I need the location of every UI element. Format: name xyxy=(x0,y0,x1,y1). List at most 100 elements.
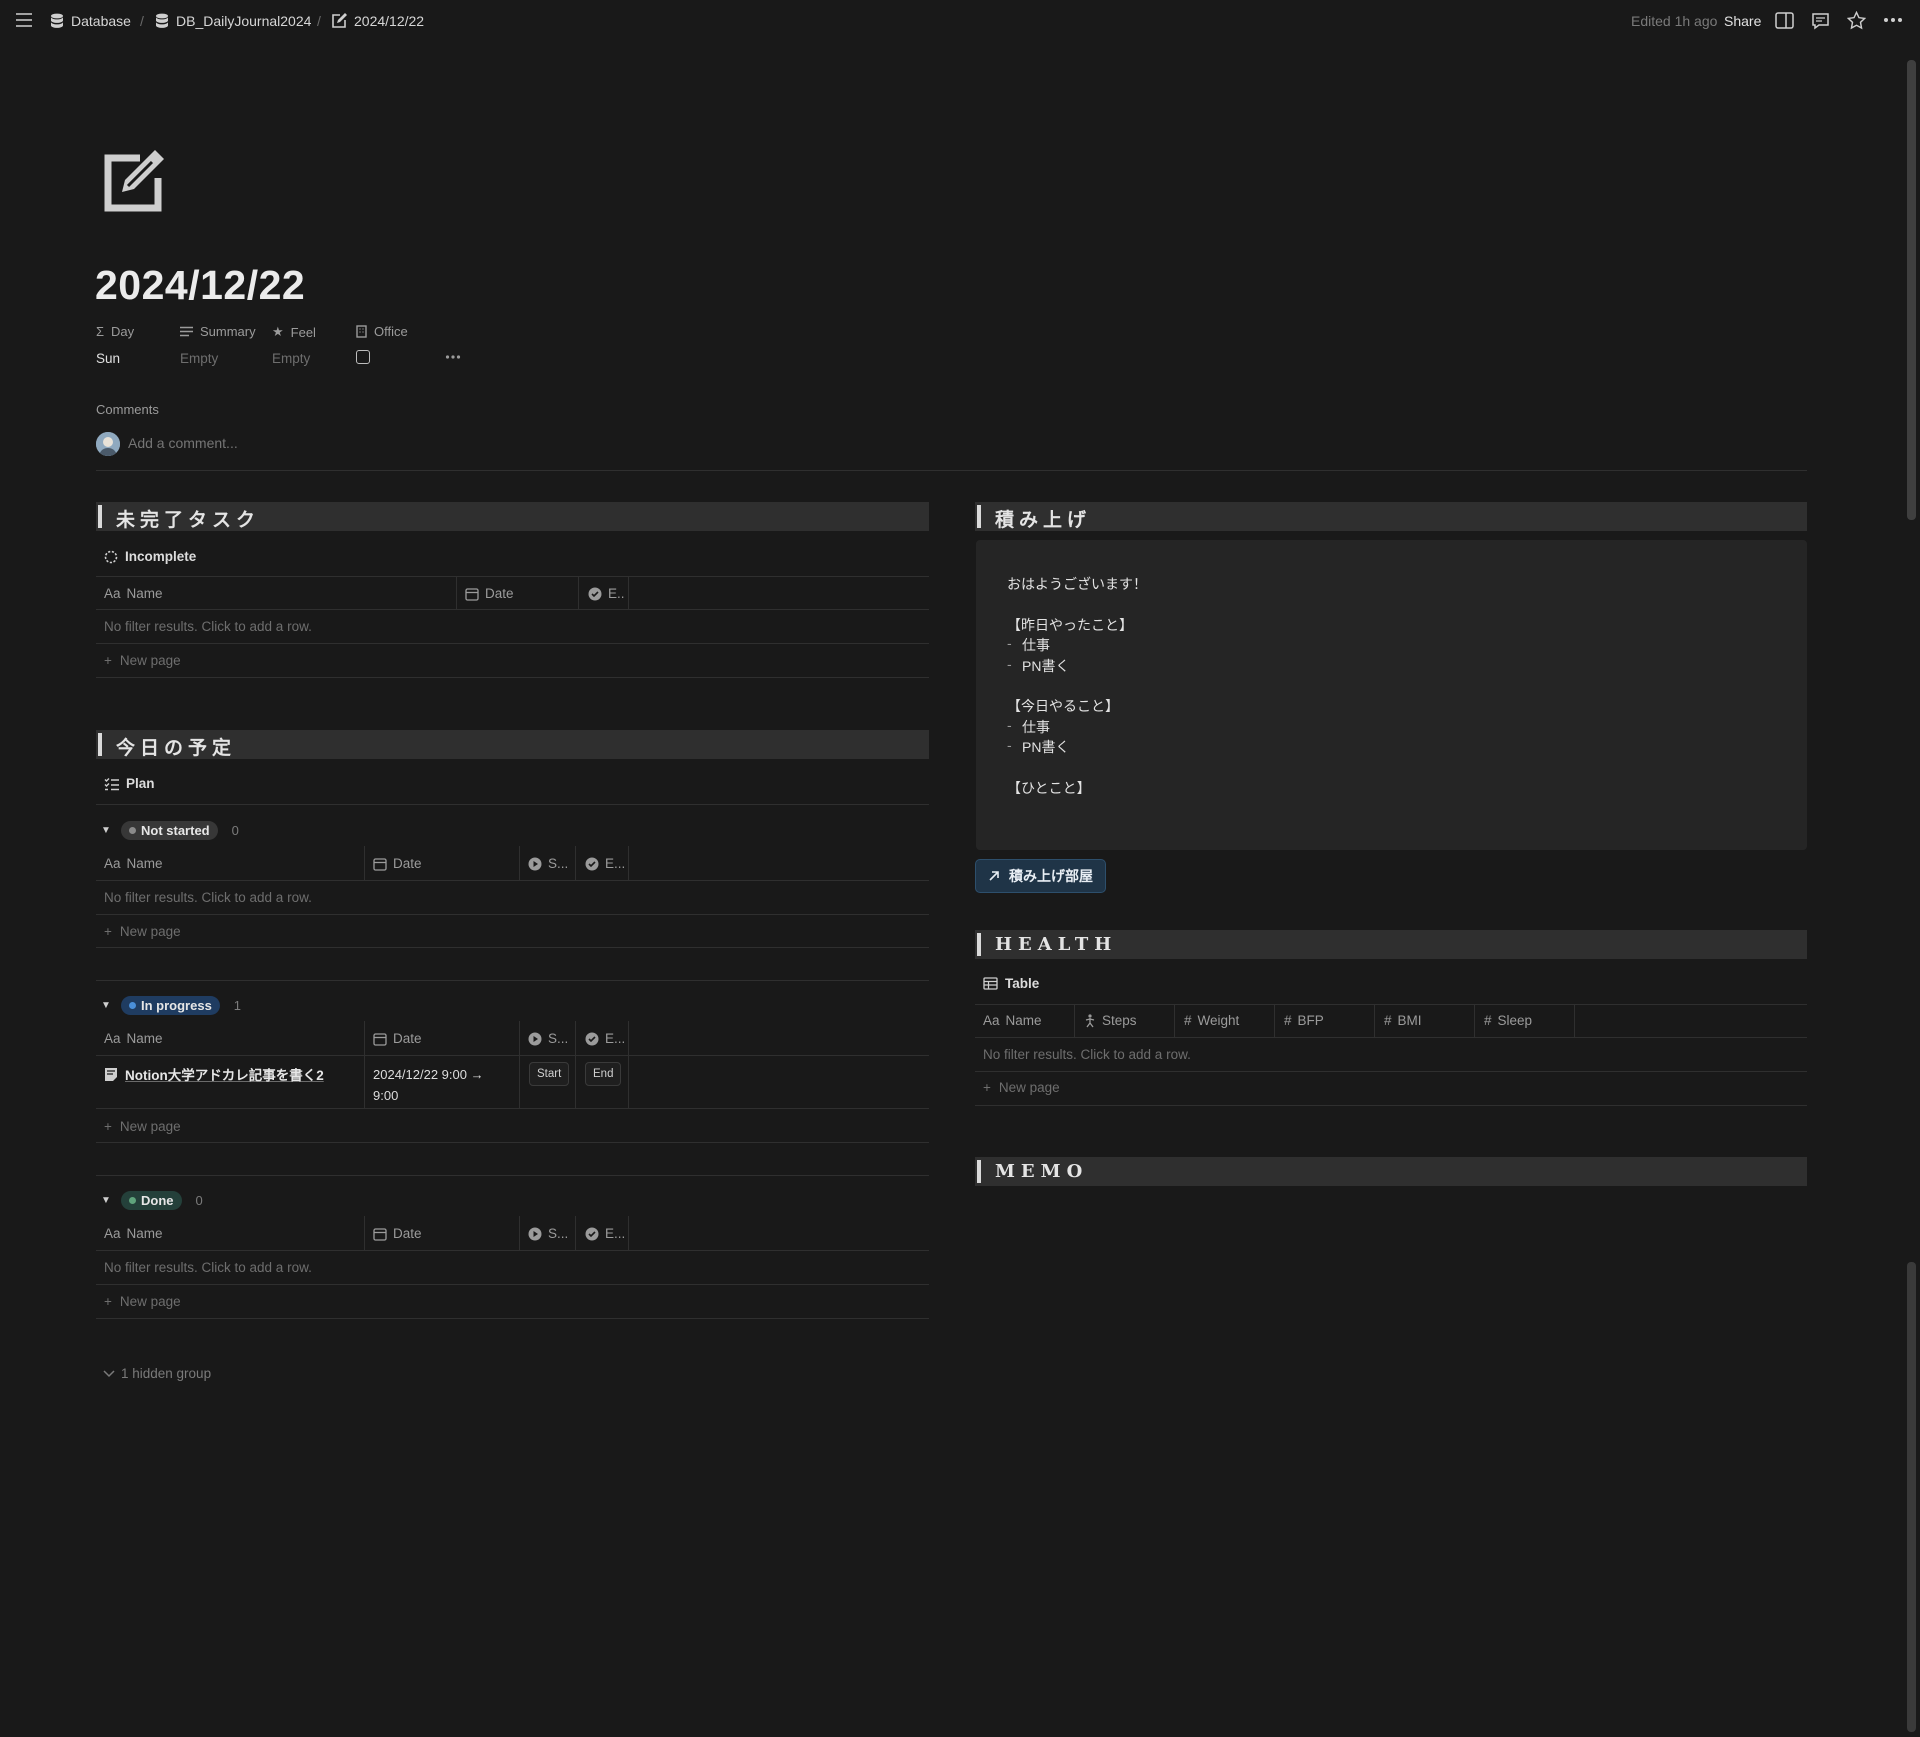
row-title[interactable]: Notion大学アドカレ記事を書く2 xyxy=(125,1064,324,1084)
row-date[interactable]: 2024/12/22 9:00 → 9:00 xyxy=(373,1064,484,1106)
callout-text: 仕事 xyxy=(1022,719,1050,735)
calendar-icon xyxy=(373,1227,387,1241)
column-label: E... xyxy=(605,856,626,871)
column-label: S... xyxy=(548,1031,569,1046)
column-start[interactable]: S... xyxy=(528,856,568,871)
breadcrumb-page[interactable]: 2024/12/22 xyxy=(331,13,424,29)
calendar-icon xyxy=(373,1032,387,1046)
table-row[interactable]: Notion大学アドカレ記事を書く2 xyxy=(104,1064,324,1084)
property-summary-value[interactable]: Empty xyxy=(180,351,218,366)
section-bar xyxy=(977,933,981,956)
top-bar: Database / DB_DailyJournal2024 / 2024/12… xyxy=(0,0,1920,44)
status-badge: In progress xyxy=(121,996,220,1015)
column-end[interactable]: E... xyxy=(585,1226,625,1241)
sidebar-panel-icon[interactable] xyxy=(1775,12,1794,29)
new-page-button[interactable]: + New page xyxy=(104,1294,181,1309)
tsumiage-room-link-button[interactable]: 積み上げ部屋 xyxy=(975,859,1106,893)
column-name[interactable]: Aa Name xyxy=(104,586,163,601)
column-divider xyxy=(575,846,576,880)
column-date[interactable]: Date xyxy=(373,856,422,871)
page-edit-icon[interactable] xyxy=(100,146,170,216)
column-label: E... xyxy=(605,1226,626,1241)
column-steps[interactable]: Steps xyxy=(1084,1013,1137,1028)
caret-down-icon[interactable]: ▼ xyxy=(101,1195,113,1206)
edit-page-icon xyxy=(331,13,347,29)
new-page-button[interactable]: + New page xyxy=(104,1119,181,1134)
comment-input[interactable] xyxy=(128,435,528,451)
column-start[interactable]: S... xyxy=(528,1031,568,1046)
edited-status: Edited 1h ago xyxy=(1631,13,1718,29)
column-end[interactable]: E... xyxy=(585,1031,625,1046)
property-day-value[interactable]: Sun xyxy=(96,351,120,366)
favorite-star-icon[interactable] xyxy=(1847,11,1866,30)
caret-down-icon[interactable]: ▼ xyxy=(101,1000,113,1011)
property-summary[interactable]: Summary xyxy=(180,324,256,339)
group-in-progress[interactable]: ▼ In progress 1 xyxy=(101,996,241,1015)
bullet-dash: - xyxy=(1007,635,1012,651)
group-count: 0 xyxy=(231,823,239,838)
view-tab-plan[interactable]: Plan xyxy=(104,776,155,791)
page-title[interactable]: 2024/12/22 xyxy=(95,262,305,309)
section-bar xyxy=(98,505,102,528)
check-circle-icon xyxy=(588,587,602,601)
office-checkbox[interactable] xyxy=(356,350,370,364)
column-bfp[interactable]: # BFP xyxy=(1284,1013,1324,1028)
callout-block[interactable]: おはようございます！ 【昨日やったこと】 - 仕事 - PN書く 【今日やること… xyxy=(976,540,1807,850)
end-button[interactable]: End xyxy=(585,1062,622,1086)
menu-icon[interactable] xyxy=(15,12,33,28)
column-end[interactable]: E... xyxy=(585,856,625,871)
empty-message[interactable]: No filter results. Click to add a row. xyxy=(104,619,312,634)
new-page-button[interactable]: + New page xyxy=(104,653,181,668)
comments-label: Comments xyxy=(96,402,159,417)
hidden-group-toggle[interactable]: 1 hidden group xyxy=(103,1366,211,1381)
breadcrumb-label: Database xyxy=(71,13,131,29)
empty-message[interactable]: No filter results. Click to add a row. xyxy=(104,1260,312,1275)
breadcrumb-label: DB_DailyJournal2024 xyxy=(176,13,312,29)
column-weight[interactable]: # Weight xyxy=(1184,1013,1239,1028)
column-date[interactable]: Date xyxy=(373,1031,422,1046)
breadcrumb-database[interactable]: Database xyxy=(50,13,131,29)
comment-icon[interactable] xyxy=(1811,12,1830,30)
divider xyxy=(975,1071,1807,1072)
column-sleep[interactable]: # Sleep xyxy=(1484,1013,1532,1028)
column-bmi[interactable]: # BMI xyxy=(1384,1013,1422,1028)
column-label: Name xyxy=(126,856,163,871)
divider xyxy=(96,980,929,981)
caret-down-icon[interactable]: ▼ xyxy=(101,825,113,836)
share-button[interactable]: Share xyxy=(1724,13,1761,29)
column-date[interactable]: Date xyxy=(373,1226,422,1241)
more-options-icon[interactable] xyxy=(1883,12,1903,28)
group-done[interactable]: ▼ Done 0 xyxy=(101,1191,203,1210)
start-button[interactable]: Start xyxy=(529,1062,570,1086)
column-name[interactable]: Aa Name xyxy=(983,1013,1042,1028)
group-count: 0 xyxy=(195,1193,203,1208)
callout-text: 仕事 xyxy=(1022,637,1050,653)
column-end[interactable]: E.. xyxy=(588,586,625,601)
scrollbar-thumb[interactable] xyxy=(1907,60,1916,520)
column-start[interactable]: S... xyxy=(528,1226,568,1241)
status-label: Done xyxy=(141,1193,174,1208)
new-page-button[interactable]: + New page xyxy=(983,1080,1060,1095)
scrollbar-thumb[interactable] xyxy=(1907,1262,1916,1732)
more-properties-icon[interactable] xyxy=(445,349,461,368)
property-feel-value[interactable]: Empty xyxy=(272,351,310,366)
empty-message[interactable]: No filter results. Click to add a row. xyxy=(104,890,312,905)
property-office[interactable]: Office xyxy=(356,324,408,339)
column-name[interactable]: Aa Name xyxy=(104,1226,163,1241)
view-tab-table[interactable]: Table xyxy=(983,976,1039,991)
breadcrumb-journal[interactable]: DB_DailyJournal2024 xyxy=(155,13,311,29)
empty-message[interactable]: No filter results. Click to add a row. xyxy=(983,1047,1191,1062)
property-day[interactable]: Σ Day xyxy=(96,324,134,339)
column-date[interactable]: Date xyxy=(465,586,514,601)
column-name[interactable]: Aa Name xyxy=(104,856,163,871)
callout-text: 【昨日やったこと】 xyxy=(1007,617,1133,633)
callout-text: PN書く xyxy=(1022,739,1070,755)
checklist-icon xyxy=(104,777,119,791)
column-name[interactable]: Aa Name xyxy=(104,1031,163,1046)
group-not-started[interactable]: ▼ Not started 0 xyxy=(101,821,239,840)
property-feel[interactable]: ★ Feel xyxy=(272,324,316,340)
view-tab-incomplete[interactable]: Incomplete xyxy=(104,549,196,564)
number-hash-icon: # xyxy=(1284,1013,1292,1028)
new-page-button[interactable]: + New page xyxy=(104,924,181,939)
section-header-health: HEALTH xyxy=(975,930,1807,959)
